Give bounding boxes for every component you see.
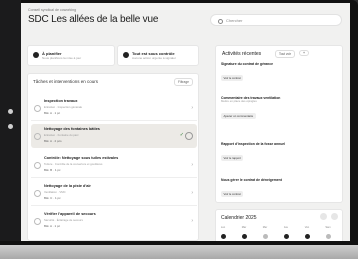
activity-action-button[interactable]: Voir le rapport (221, 155, 244, 161)
page-title: SDC Les allées de la belle vue (28, 14, 159, 25)
chevron-right-icon: › (191, 218, 193, 224)
task-meta: Bât. C · 1 pc (44, 196, 61, 200)
task-subtitle: Ventilation · VMC (44, 189, 66, 194)
task-checkbox[interactable] (34, 190, 41, 197)
task-row[interactable]: Contrôle: Nettoyage sous tuiles estivale… (31, 153, 197, 178)
activity-item-subtitle: Mettre en place des épingles (221, 99, 257, 104)
check-icon: ✓ (179, 132, 184, 138)
task-meta: Bât. B · 1 pc (44, 168, 61, 172)
tasks-title: Tâches et interventions en cours (33, 79, 99, 84)
chevron-right-icon: › (191, 105, 193, 111)
app-screen: Conseil syndical de coworking SDC Les al… (21, 3, 350, 241)
calendar-day[interactable] (221, 234, 226, 239)
task-meta: Bât. A · 1 pc (44, 224, 61, 228)
task-subtitle: Entretien · Inspection générale (44, 104, 83, 109)
calendar-day[interactable] (242, 234, 247, 239)
calendar-day[interactable] (305, 234, 310, 239)
calendar-icon (33, 52, 39, 58)
nav-dot-icon[interactable] (8, 124, 13, 129)
activity-item-title: Rapport d'inspection de la fosse annuel (221, 142, 286, 146)
calendar-day[interactable] (284, 234, 289, 239)
activity-action-button[interactable]: Voir le contrat (221, 191, 244, 197)
task-title: Nettoyage de la piste d'air (44, 184, 91, 188)
breadcrumb: Conseil syndical de coworking (28, 8, 77, 12)
activity-item[interactable]: Rapport d'inspection de la fosse annuel … (221, 142, 310, 164)
search-placeholder: Chercher (226, 18, 243, 23)
calendar-panel: Calendrier 2025 Lun Mar Mer Jeu Ven Sam (215, 209, 343, 241)
weekday-label: Mar (241, 226, 247, 229)
activity-title: Activités récentes (222, 51, 262, 57)
desk-surface (0, 245, 358, 259)
weekday-label: Jeu (283, 226, 289, 229)
tasks-panel: Tâches et interventions en cours Filtrag… (27, 73, 199, 241)
task-row[interactable]: Vérifier l'appareil de secours Sécurité … (31, 209, 197, 233)
weekday-label: Lun (220, 226, 226, 229)
task-row[interactable]: Inspection travaux Entretien · Inspectio… (31, 96, 197, 121)
calendar-day[interactable] (326, 234, 331, 239)
task-meta: Bât. A · 1 pc (44, 111, 61, 115)
activity-item[interactable]: Signature du contrat de gérance Voir le … (221, 62, 310, 84)
activity-action-button[interactable]: Ajouter un commentaire (221, 113, 256, 119)
activity-panel: Activités récentes Tout voir + Signature… (215, 45, 343, 203)
activity-item-title: Nous gérer le contrat de déneigement (221, 178, 282, 182)
activity-item[interactable]: Nous gérer le contrat de déneigement Voi… (221, 178, 310, 200)
prev-month-button[interactable] (320, 213, 327, 220)
task-title: Inspection travaux (44, 99, 78, 103)
circle-icon[interactable] (185, 132, 193, 140)
nav-dot-icon[interactable] (8, 109, 13, 114)
activity-item-title: Signature du contrat de gérance (221, 62, 274, 66)
sidebar (0, 0, 21, 241)
task-row-selected[interactable]: Nettoyage des fontaines bâties Entretien… (31, 124, 197, 148)
quick-action-subtitle: Nous planifions la mise à jour (42, 56, 82, 60)
task-checkbox[interactable] (34, 105, 41, 112)
next-month-button[interactable] (331, 213, 338, 220)
task-meta: Bât. A · 2 pcs (44, 139, 62, 143)
chevron-right-icon: › (191, 162, 193, 168)
check-icon (123, 52, 129, 58)
calendar-day[interactable] (263, 234, 268, 239)
calendar-title: Calendrier 2025 (221, 215, 257, 221)
search-input[interactable]: Chercher (210, 14, 342, 26)
search-icon (218, 18, 223, 24)
task-row[interactable]: Nettoyage de la piste d'air Ventilation … (31, 181, 197, 206)
weekday-label: Mer (262, 226, 268, 229)
task-subtitle: Toiture · Contrôle de la couverture et g… (44, 161, 103, 166)
activity-filter-button[interactable]: Tout voir (275, 50, 296, 58)
filter-button[interactable]: Filtrage (174, 78, 193, 86)
weekday-label: Ven (304, 226, 310, 229)
weekday-label: Sam (325, 226, 331, 229)
activity-item[interactable]: Commentaire des travaux ventilation Mett… (221, 96, 310, 122)
task-subtitle: Entretien · Fontaine du parc (44, 132, 79, 137)
add-button[interactable]: + (299, 50, 310, 56)
task-title: Contrôle: Nettoyage sous tuiles estivale… (44, 156, 119, 160)
quick-action-card[interactable]: À planifier Nous planifions la mise à jo… (27, 45, 115, 66)
task-title: Vérifier l'appareil de secours (44, 212, 96, 216)
quick-action-card[interactable]: Tout est sous contrôle Aucune action urg… (117, 45, 199, 66)
task-title: Nettoyage des fontaines bâties (44, 127, 100, 131)
task-checkbox[interactable] (34, 218, 41, 225)
quick-action-subtitle: Aucune action urgente à signaler (132, 56, 176, 60)
chevron-right-icon: › (191, 190, 193, 196)
task-checkbox[interactable] (34, 133, 41, 140)
activity-action-button[interactable]: Voir le contrat (221, 75, 244, 81)
task-checkbox[interactable] (34, 162, 41, 169)
task-subtitle: Sécurité · Éclairage de secours (44, 217, 83, 222)
